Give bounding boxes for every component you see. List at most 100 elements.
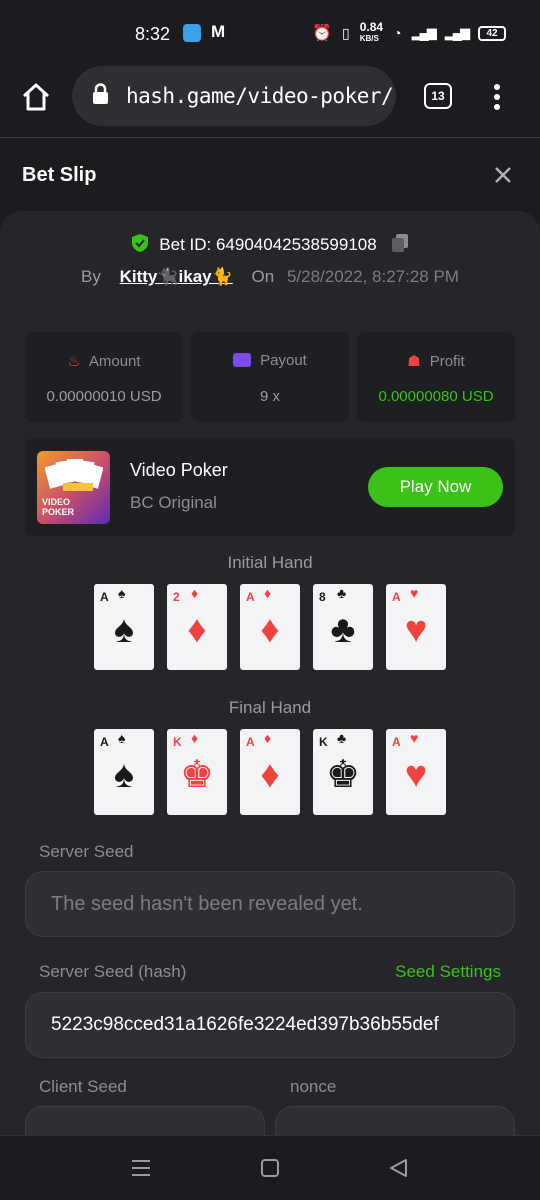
copy-icon[interactable]	[391, 233, 409, 253]
lock-icon	[93, 83, 108, 104]
card-center-suit-icon: ♦	[187, 609, 207, 651]
app-notification-icon	[183, 24, 201, 42]
signal-icon: ▂▄▆	[411, 25, 437, 40]
bet-id-row: Bet ID: 64904042538599108	[0, 233, 540, 255]
card-suit-icon: ♣	[337, 585, 347, 601]
server-seed-hash-field[interactable]: 5223c98cced31a1626fe3224ed397b36b55def	[25, 992, 515, 1058]
card-center-suit-icon: ♠	[113, 609, 135, 651]
bet-slip-header: Bet Slip	[0, 139, 540, 211]
signal-icon-2: ▂▄▆	[444, 25, 470, 40]
initial-card-4: 8 ♣ ♣	[313, 584, 373, 670]
status-bar: 8:32 M ⏰ ▯ 0.84 KB/S ◔ ▂▄▆ ▂▄▆ 42	[0, 0, 540, 66]
amount-value: 0.00000010 USD	[46, 388, 162, 405]
card-suit-icon: ♥	[410, 585, 419, 601]
status-icons: ⏰ ▯ 0.84 KB/S ◔ ▂▄▆ ▂▄▆ 42	[312, 20, 506, 44]
king-figure-icon: ♚	[325, 754, 361, 796]
final-card-3: A ♦ ♦	[240, 729, 300, 815]
amount-icon: ♨	[67, 353, 81, 370]
bet-user-link[interactable]: Kitty🐈‍⬛ikay🐈	[120, 267, 233, 286]
card-suit-icon: ♣	[337, 730, 347, 746]
vibrate-icon: ▯	[342, 24, 350, 41]
card-center-suit-icon: ♣	[330, 609, 356, 651]
alarm-icon: ⏰	[312, 25, 333, 42]
recent-apps-icon[interactable]	[131, 1158, 151, 1178]
url-text: hash.game/video-poker/	[126, 84, 394, 108]
nonce-label: nonce	[290, 1077, 337, 1096]
wallet-icon	[233, 353, 252, 367]
card-center-suit-icon: ♠	[113, 754, 135, 796]
card-rank: 8	[319, 590, 326, 604]
video-poker-thumbnail[interactable]: VIDEO POKER	[37, 451, 110, 524]
client-seed-label: Client Seed	[39, 1077, 127, 1096]
king-figure-icon: ♚	[179, 754, 215, 796]
url-bar[interactable]: hash.game/video-poker/	[72, 66, 396, 126]
card-rank: A	[246, 735, 255, 749]
game-card: VIDEO POKER Video Poker BC Original Play …	[25, 438, 515, 536]
profit-value: 0.00000080 USD	[378, 388, 494, 405]
card-center-suit-icon: ♦	[260, 609, 280, 651]
initial-hand-label: Initial Hand	[227, 553, 313, 572]
game-subtitle: BC Original	[130, 493, 217, 512]
profit-box: ☗ Profit 0.00000080 USD	[357, 332, 515, 422]
final-hand-label: Final Hand	[228, 698, 312, 717]
home-nav-icon[interactable]	[260, 1158, 280, 1178]
play-now-button[interactable]: Play Now	[368, 467, 503, 507]
card-rank: K	[173, 735, 182, 749]
final-card-1: A ♠ ♠	[94, 729, 154, 815]
card-rank: A	[392, 735, 401, 749]
gmail-icon: M	[211, 22, 226, 41]
clock: 8:32	[135, 24, 171, 44]
back-icon[interactable]	[388, 1158, 408, 1178]
server-seed-hash-label: Server Seed (hash)	[39, 962, 187, 981]
page-title: Bet Slip	[22, 164, 97, 186]
initial-card-1: A ♠ ♠	[94, 584, 154, 670]
card-suit-icon: ♦	[264, 585, 272, 601]
seed-settings-link[interactable]: Seed Settings	[395, 962, 501, 982]
card-rank: A	[246, 590, 255, 604]
card-center-suit-icon: ♥	[404, 609, 428, 651]
bet-id: Bet ID: 64904042538599108	[159, 235, 377, 254]
battery-icon: 42	[478, 25, 506, 41]
card-rank: K	[319, 735, 328, 749]
card-center-suit-icon: ♦	[260, 754, 280, 796]
card-suit-icon: ♠	[118, 730, 126, 746]
wifi-icon: ◔	[393, 25, 402, 41]
card-suit-icon: ♦	[191, 730, 199, 746]
card-rank: A	[392, 590, 401, 604]
amount-box: ♨ Amount 0.00000010 USD	[25, 332, 183, 422]
tab-switcher-button[interactable]: 13	[424, 83, 452, 109]
server-seed-field[interactable]: The seed hasn't been revealed yet.	[25, 871, 515, 937]
card-rank: 2	[173, 590, 180, 604]
final-card-2: K ♦ ♚	[167, 729, 227, 815]
initial-card-2: 2 ♦ ♦	[167, 584, 227, 670]
card-suit-icon: ♥	[410, 730, 419, 746]
payout-box: Payout 9 x	[191, 332, 349, 422]
card-suit-icon: ♠	[118, 585, 126, 601]
payout-value: 9 x	[259, 388, 280, 405]
shield-check-icon	[131, 234, 148, 252]
final-card-4: K ♣ ♚	[313, 729, 373, 815]
card-suit-icon: ♦	[264, 730, 272, 746]
home-icon[interactable]	[21, 82, 51, 112]
card-center-suit-icon: ♥	[404, 754, 428, 796]
card-rank: A	[100, 735, 109, 749]
network-speed: 0.84 KB/S	[359, 20, 384, 43]
nonce-field[interactable]	[275, 1106, 515, 1135]
bet-date: 5/28/2022, 8:27:28 PM	[286, 267, 459, 286]
final-card-5: A ♥ ♥	[386, 729, 446, 815]
card-fan-icon	[45, 459, 103, 491]
game-name: Video Poker	[130, 460, 228, 480]
client-seed-field[interactable]	[25, 1106, 265, 1135]
initial-card-3: A ♦ ♦	[240, 584, 300, 670]
bet-detail-panel: Bet ID: 64904042538599108 By Kitty🐈‍⬛ika…	[0, 211, 540, 1135]
system-nav-bar	[0, 1135, 540, 1200]
card-rank: A	[100, 590, 109, 604]
bet-byline: By Kitty🐈‍⬛ikay🐈 On 5/28/2022, 8:27:28 P…	[81, 267, 459, 286]
card-suit-icon: ♦	[191, 585, 199, 601]
server-seed-label: Server Seed	[39, 842, 134, 861]
more-menu-icon[interactable]	[490, 82, 504, 112]
close-icon[interactable]	[494, 166, 512, 184]
browser-toolbar: hash.game/video-poker/ 13	[0, 66, 540, 138]
initial-card-5: A ♥ ♥	[386, 584, 446, 670]
profit-icon: ☗	[407, 353, 421, 370]
